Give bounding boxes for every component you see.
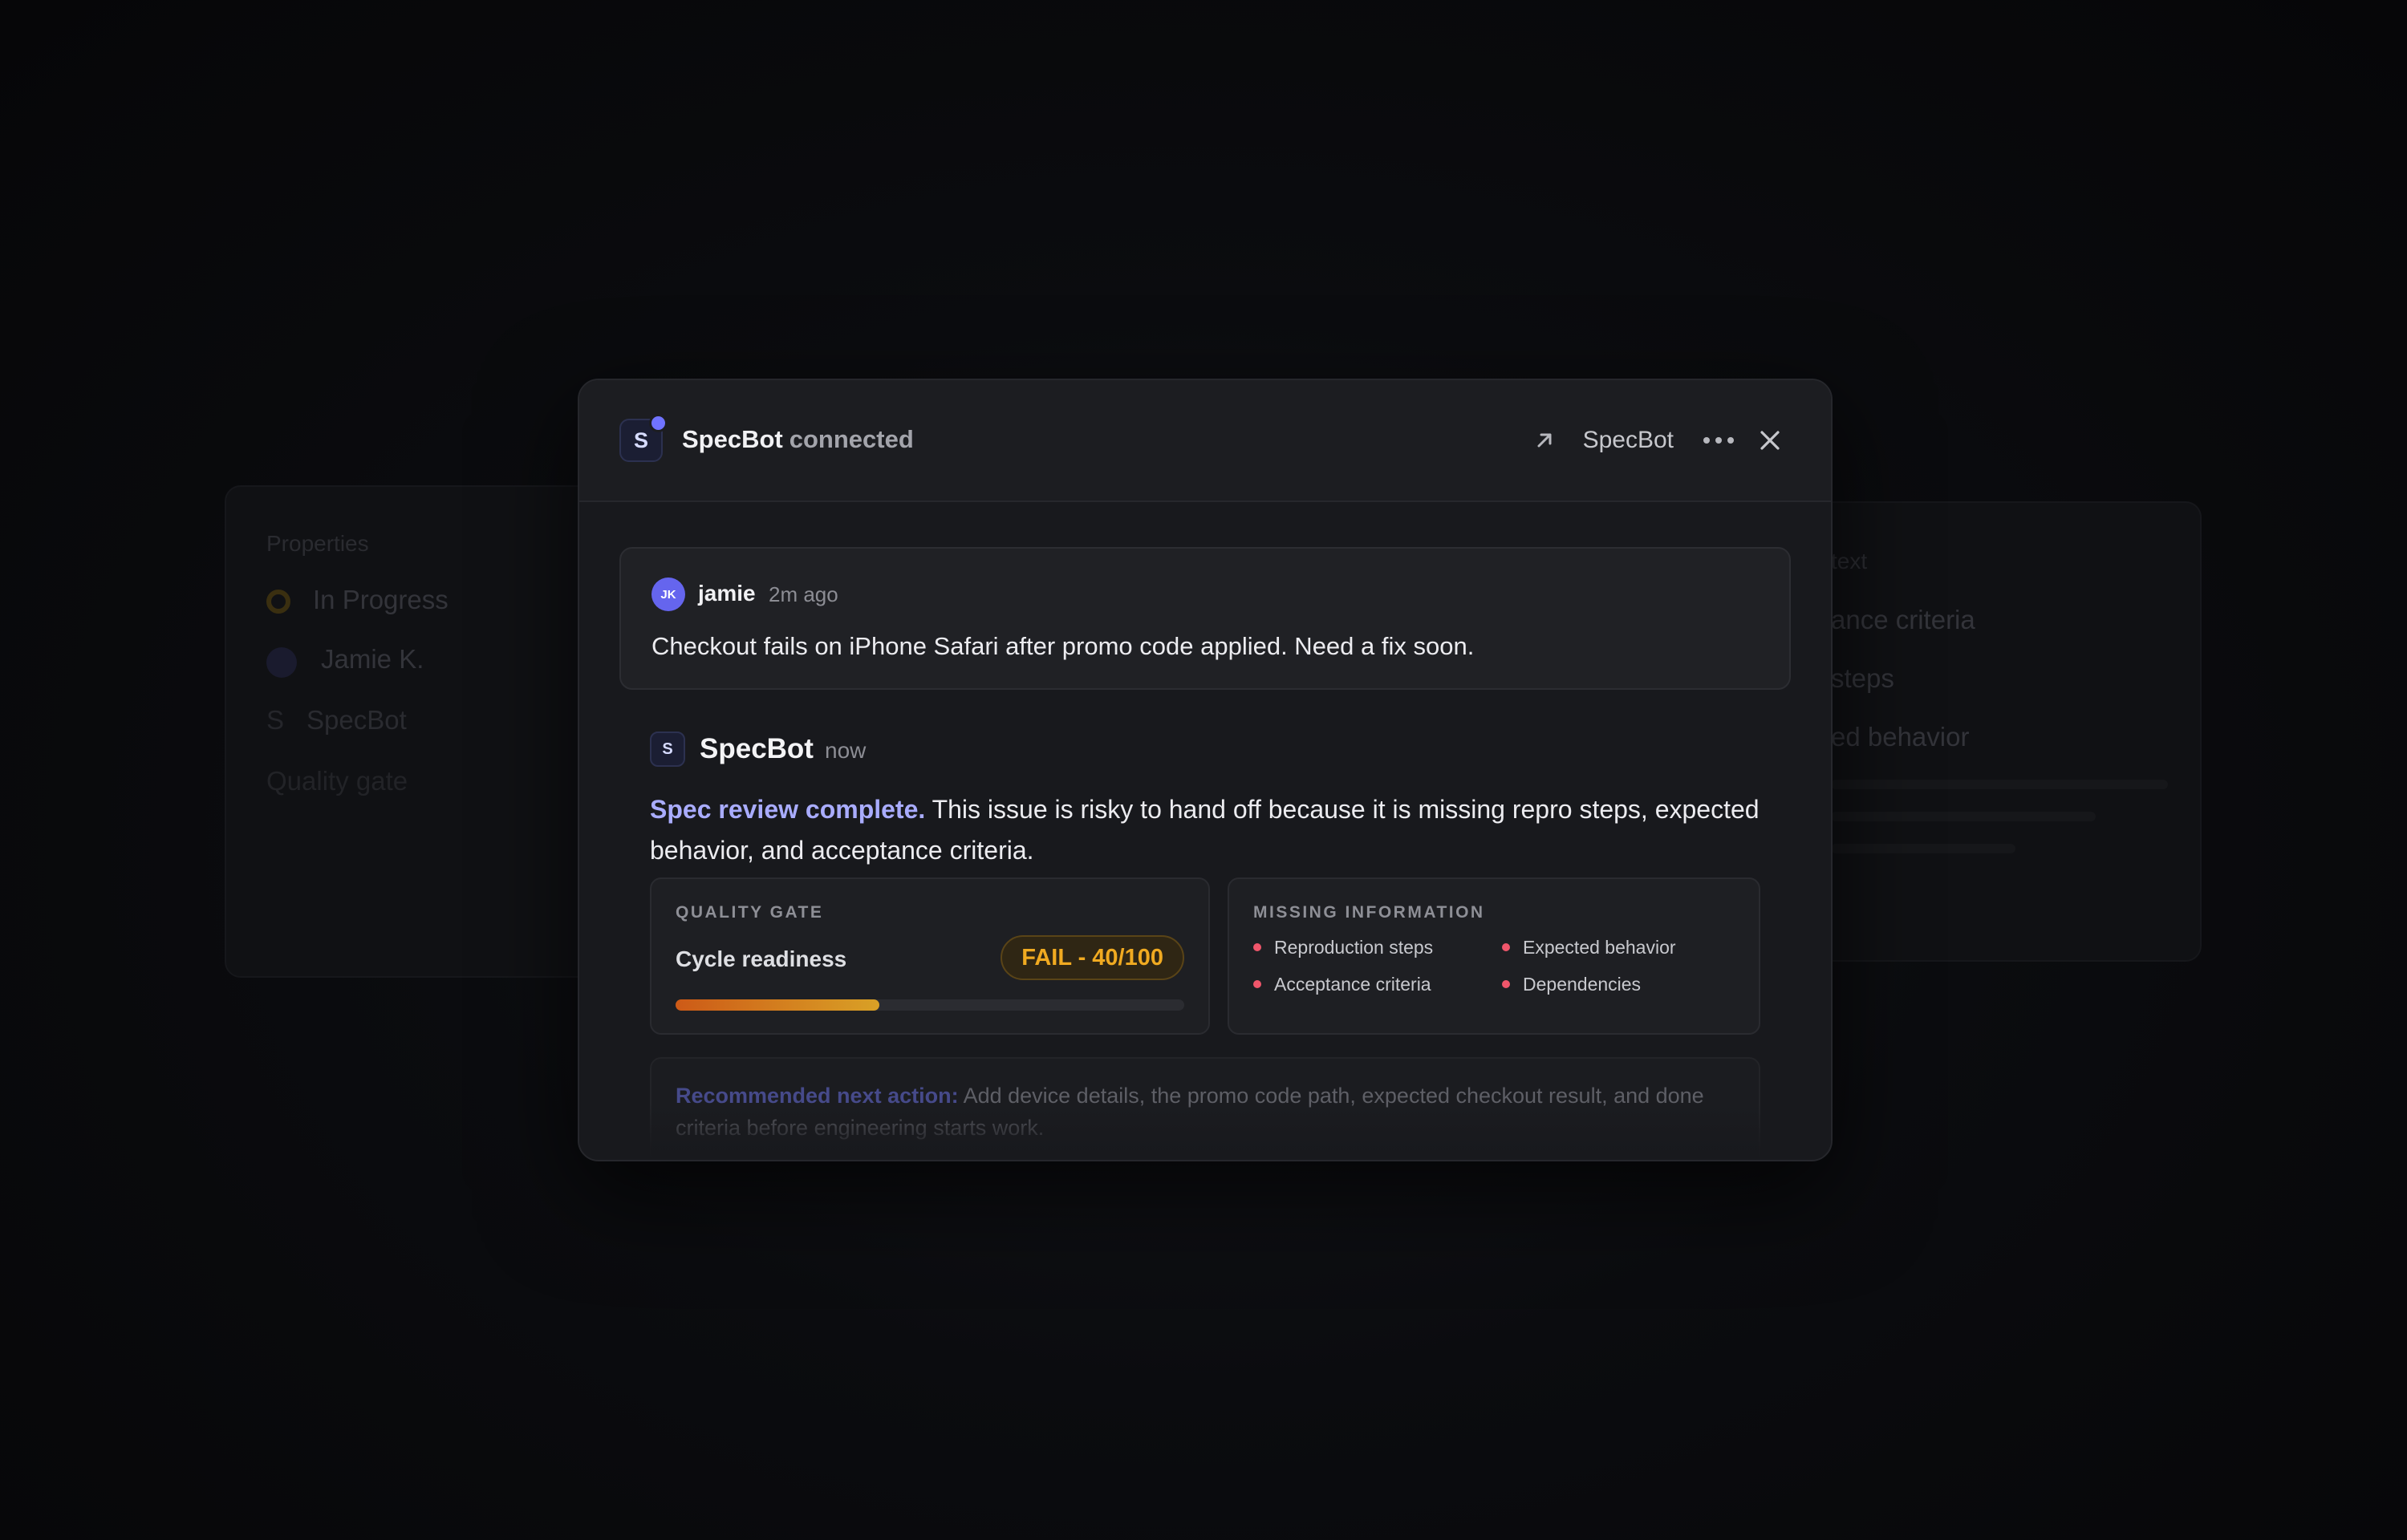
placeholder-line bbox=[1831, 780, 2168, 789]
title-bot-name: SpecBot bbox=[682, 425, 783, 453]
message-text: Checkout fails on iPhone Safari after pr… bbox=[651, 632, 1475, 660]
modal-title: SpecBot connected bbox=[682, 425, 914, 454]
avatar bbox=[266, 647, 297, 678]
avatar: JK bbox=[651, 578, 685, 611]
status-circle-icon bbox=[266, 590, 290, 614]
specbot-logo: S bbox=[650, 732, 685, 767]
cycle-readiness-label: Cycle readiness bbox=[676, 946, 847, 971]
logo-letter: S bbox=[633, 428, 648, 452]
specbot-modal: S SpecBot connected SpecBot JK jamie 2m a… bbox=[578, 379, 1833, 1161]
list-item: Expected behavior bbox=[1502, 937, 1676, 958]
recommended-action-lead: Recommended next action: bbox=[676, 1084, 959, 1108]
list-item: Acceptance criteria bbox=[1253, 974, 1431, 995]
readiness-progress-bar bbox=[676, 999, 1184, 1011]
user-message: JK jamie 2m ago Checkout fails on iPhone… bbox=[619, 547, 1791, 690]
assignee-label: Jamie K. bbox=[321, 644, 424, 674]
review-status: Spec review complete. bbox=[650, 795, 926, 824]
readiness-progress-fill bbox=[676, 999, 879, 1011]
placeholder-line bbox=[1831, 844, 2015, 853]
context-item: ance criteria bbox=[1831, 605, 1975, 634]
quality-gate-label: Quality gate bbox=[266, 766, 408, 796]
context-heading: text bbox=[1831, 549, 1868, 573]
context-item: ed behavior bbox=[1831, 722, 1970, 752]
recommended-action-text: Recommended next action: Add device deta… bbox=[676, 1080, 1735, 1144]
placeholder-line bbox=[1831, 812, 2096, 821]
header-bot-link[interactable]: SpecBot bbox=[1583, 427, 1674, 454]
more-icon[interactable] bbox=[1701, 426, 1736, 455]
title-status: connected bbox=[789, 425, 914, 453]
list-item: Reproduction steps bbox=[1253, 937, 1433, 958]
status-badge: FAIL - 40/100 bbox=[1001, 935, 1184, 980]
bot-label: SpecBot bbox=[306, 705, 407, 735]
properties-heading: Properties bbox=[266, 531, 369, 556]
context-item: steps bbox=[1831, 663, 1894, 693]
message-author: jamie bbox=[698, 581, 756, 606]
recommended-action-card: Recommended next action: Add device deta… bbox=[650, 1057, 1760, 1160]
connected-status-dot bbox=[649, 414, 668, 432]
message-time: 2m ago bbox=[769, 582, 838, 606]
specbot-logo: S bbox=[619, 414, 668, 462]
bot-time: now bbox=[825, 738, 867, 763]
bot-author: SpecBot bbox=[700, 733, 814, 764]
close-icon[interactable] bbox=[1756, 426, 1784, 455]
list-item: Dependencies bbox=[1502, 974, 1641, 995]
header-actions: SpecBot bbox=[1530, 419, 1784, 462]
specbot-logo: S bbox=[266, 705, 285, 735]
bot-message-text: Spec review complete. This issue is risk… bbox=[650, 789, 1773, 871]
quality-gate-card: QUALITY GATE Cycle readiness FAIL - 40/1… bbox=[650, 877, 1210, 1035]
open-external-icon[interactable] bbox=[1530, 426, 1559, 455]
status-label: In Progress bbox=[313, 585, 449, 614]
conversation: JK jamie 2m ago Checkout fails on iPhone… bbox=[619, 547, 1791, 1160]
missing-information-label: MISSING INFORMATION bbox=[1253, 903, 1485, 922]
missing-information-card: MISSING INFORMATION Reproduction steps E… bbox=[1228, 877, 1760, 1035]
quality-gate-label: QUALITY GATE bbox=[676, 903, 824, 922]
modal-header: S SpecBot connected SpecBot bbox=[579, 380, 1831, 502]
